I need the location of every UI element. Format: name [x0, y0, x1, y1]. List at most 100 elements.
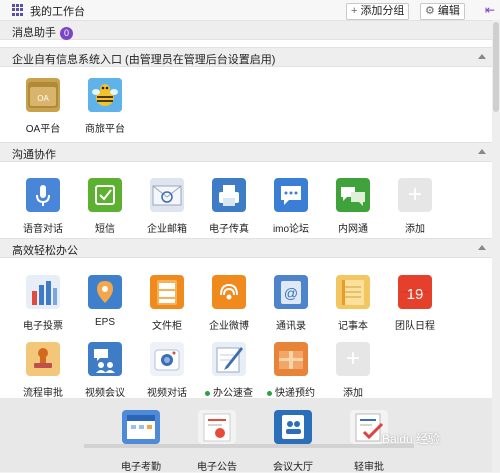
- app-intranet-label: 内网通: [338, 224, 368, 235]
- oa-folder-icon: OA: [26, 78, 60, 112]
- add-office-app-button[interactable]: + 添加: [322, 342, 384, 399]
- app-video-chat-label: 视频对话: [147, 388, 187, 399]
- add-icon: +: [336, 342, 370, 376]
- svg-text:@: @: [284, 285, 298, 301]
- app-approval-label: 流程审批: [23, 388, 63, 399]
- app-attendance[interactable]: 电子考勤: [106, 410, 176, 473]
- add-comm-app-button[interactable]: + 添加: [384, 178, 446, 235]
- app-notice[interactable]: 电子公告: [182, 410, 252, 473]
- plus-icon: +: [351, 5, 358, 17]
- section-enterprise[interactable]: 企业自有信息系统入口 (由管理员在管理后台设置启用): [0, 47, 492, 67]
- app-forum[interactable]: imo论坛: [260, 178, 322, 235]
- section-office[interactable]: 高效轻松办公: [0, 238, 492, 258]
- app-travel-label: 商旅平台: [85, 124, 125, 135]
- app-sms[interactable]: 短信: [74, 178, 136, 235]
- edit-button[interactable]: ⚙ 编辑: [420, 3, 465, 20]
- app-meeting-hall[interactable]: 会议大厅: [258, 410, 328, 473]
- weibo-icon: [212, 275, 246, 309]
- app-contacts-label: 通讯录: [276, 321, 306, 332]
- video-meeting-icon: [88, 342, 122, 376]
- collapse-arrow-icon[interactable]: [478, 149, 486, 154]
- add-group-label: 添加分组: [360, 5, 405, 17]
- baidu-watermark: Baidu 经验: [382, 432, 441, 446]
- edit-label: 编辑: [437, 5, 460, 17]
- app-video-chat[interactable]: 视频对话: [136, 342, 198, 399]
- section-enterprise-label: 企业自有信息系统入口 (由管理员在管理后台设置启用): [12, 54, 276, 66]
- app-email-label: 企业邮箱: [147, 224, 187, 235]
- app-eps-label: EPS: [94, 317, 115, 328]
- section-communication-label: 沟通协作: [12, 149, 56, 161]
- location-pin-icon: [88, 275, 122, 309]
- package-icon: [274, 342, 308, 376]
- add-label: 添加: [343, 388, 363, 399]
- app-attendance-label: 电子考勤: [121, 462, 161, 473]
- page-title: 我的工作台: [30, 6, 85, 18]
- gear-icon: ⚙: [425, 5, 435, 17]
- scrollbar[interactable]: [492, 20, 500, 472]
- app-file-cabinet[interactable]: 文件柜: [136, 275, 198, 332]
- app-fax-label: 电子传真: [209, 224, 249, 235]
- add-group-button[interactable]: + 添加分组: [346, 3, 410, 20]
- attendance-calendar-icon: [122, 410, 160, 444]
- app-notebook-label: 记事本: [338, 321, 368, 332]
- scrollbar-thumb[interactable]: [493, 22, 499, 112]
- app-eps[interactable]: EPS: [74, 275, 136, 328]
- app-oa[interactable]: OA OA平台: [12, 78, 74, 135]
- app-sms-label: 短信: [95, 224, 115, 235]
- app-team-calendar[interactable]: 19 团队日程: [384, 275, 446, 332]
- app-approval[interactable]: 流程审批: [12, 342, 74, 399]
- stamp-icon: [26, 342, 60, 376]
- app-express[interactable]: 快递预约: [260, 342, 322, 399]
- address-book-icon: @: [274, 275, 308, 309]
- calendar-19-icon: 19: [398, 275, 432, 309]
- app-email[interactable]: 企业邮箱: [136, 178, 198, 235]
- message-assistant-label: 消息助手: [12, 27, 56, 39]
- app-forum-label: imo论坛: [272, 224, 310, 235]
- app-intranet[interactable]: 内网通: [322, 178, 384, 235]
- app-fax[interactable]: 电子传真: [198, 178, 260, 235]
- email-icon: [150, 178, 184, 212]
- app-file-cabinet-label: 文件柜: [152, 321, 182, 332]
- app-meeting-hall-label: 会议大厅: [273, 462, 313, 473]
- file-cabinet-icon: [150, 275, 184, 309]
- fax-icon: [212, 178, 246, 212]
- notebook-icon: [336, 275, 370, 309]
- top-bar: 我的工作台 + 添加分组 ⚙ 编辑 ⇤: [0, 0, 500, 21]
- app-weibo-label: 企业微博: [209, 321, 249, 332]
- intranet-chat-icon: [336, 178, 370, 212]
- app-office-lookup[interactable]: 办公速查: [198, 342, 260, 399]
- app-video-meeting[interactable]: 视频会议: [74, 342, 136, 399]
- message-count-badge: 0: [60, 26, 73, 40]
- collapse-arrow-icon[interactable]: [478, 54, 486, 59]
- online-dot: [267, 390, 272, 396]
- app-travel[interactable]: 商旅平台: [74, 78, 136, 135]
- microphone-icon: [26, 178, 60, 212]
- bottom-dock: 电子考勤 电子公告 会议大厅 轻审批 Baidu 经验: [0, 398, 492, 473]
- sms-icon: [88, 178, 122, 212]
- app-voice-label: 语音对话: [23, 224, 63, 235]
- app-oa-label: OA平台: [25, 124, 61, 135]
- app-weibo[interactable]: 企业微博: [198, 275, 260, 332]
- collapse-icon[interactable]: ⇤: [482, 2, 498, 18]
- app-voice[interactable]: 语音对话: [12, 178, 74, 235]
- app-notebook[interactable]: 记事本: [322, 275, 384, 332]
- add-icon: +: [398, 178, 432, 212]
- bee-icon: [88, 78, 122, 112]
- app-video-meeting-label: 视频会议: [85, 388, 125, 399]
- app-light-approval-label: 轻审批: [354, 462, 384, 473]
- camera-icon: [150, 342, 184, 376]
- meeting-hall-icon: [274, 410, 312, 444]
- svg-text:OA: OA: [37, 94, 49, 103]
- app-notice-label: 电子公告: [197, 462, 237, 473]
- add-label: 添加: [405, 224, 425, 235]
- grid-icon: [12, 4, 24, 16]
- online-dot: [205, 390, 210, 396]
- pen-notebook-icon: [212, 342, 246, 376]
- svg-text:19: 19: [407, 286, 424, 303]
- message-assistant-bar[interactable]: 消息助手 0: [0, 20, 492, 40]
- app-vote[interactable]: 电子投票: [12, 275, 74, 332]
- notice-icon: [198, 410, 236, 444]
- section-communication[interactable]: 沟通协作: [0, 142, 492, 162]
- app-contacts[interactable]: @ 通讯录: [260, 275, 322, 332]
- collapse-arrow-icon[interactable]: [478, 245, 486, 250]
